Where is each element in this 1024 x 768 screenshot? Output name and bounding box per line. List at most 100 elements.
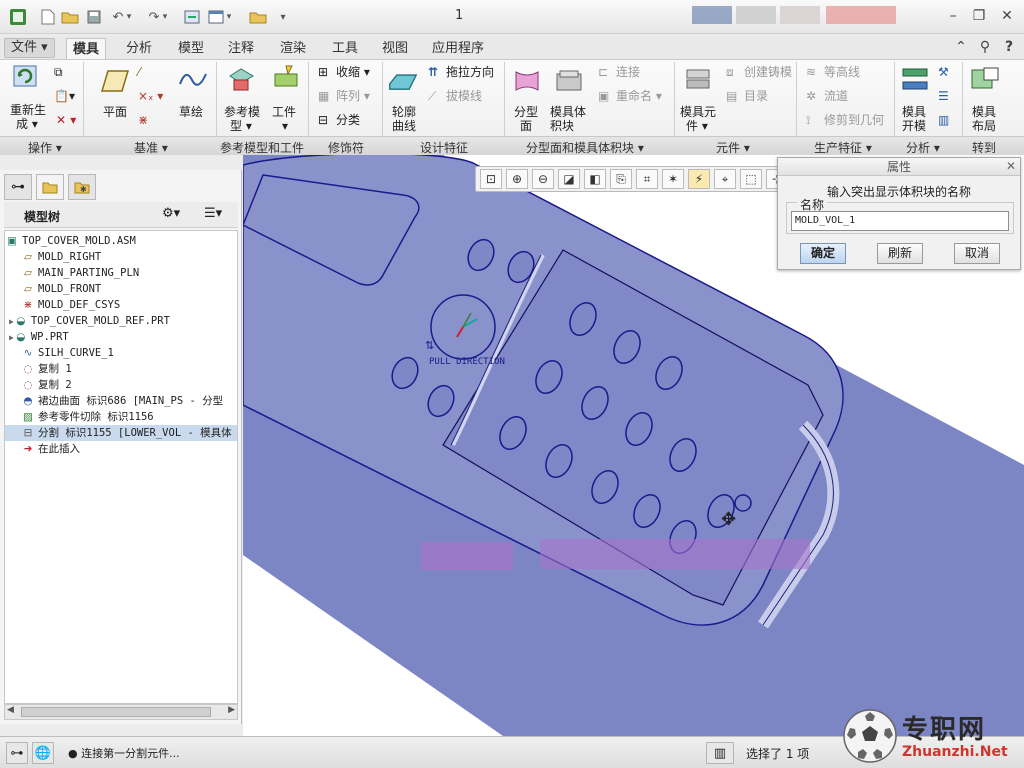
refit-icon[interactable]: ⊡ xyxy=(480,169,502,189)
group-label-production[interactable]: 生产特征 ▾ xyxy=(814,139,872,156)
model-tree-tab-icon[interactable]: ⊶ xyxy=(4,174,32,200)
datum-display-icon[interactable]: ✶ xyxy=(662,169,684,189)
plane-label[interactable]: 平面 xyxy=(103,106,127,119)
shrink-label[interactable]: 收缩 ▾ xyxy=(336,66,370,79)
zoom-in-icon[interactable]: ⊕ xyxy=(506,169,528,189)
mold-volume-label[interactable]: 模具体 xyxy=(550,106,586,119)
tree-node[interactable]: ▶ ◒ WP.PRT xyxy=(5,329,237,345)
catalog-icon[interactable]: ▤ xyxy=(726,90,737,103)
paste-icon[interactable]: 📋▾ xyxy=(54,90,75,103)
scroll-left-icon[interactable]: ◀ xyxy=(7,705,14,715)
tab-mold[interactable]: 模具 xyxy=(66,38,107,59)
tree-display-icon[interactable]: ☰▾ xyxy=(204,206,222,221)
zoom-out-icon[interactable]: ⊖ xyxy=(532,169,554,189)
create-casting-label[interactable]: 创建铸模 xyxy=(744,66,792,79)
spin-center-icon[interactable]: ⌖ xyxy=(714,169,736,189)
connect-icon[interactable]: ⊏ xyxy=(598,66,608,79)
classify-icon[interactable]: ⊟ xyxy=(318,114,328,127)
group-label-datum[interactable]: 基准 ▾ xyxy=(134,139,168,156)
tree-node[interactable]: ∿ SILH_CURVE_1 xyxy=(5,345,237,361)
tab-tools[interactable]: 工具 xyxy=(326,38,364,59)
undo-dropdown-icon[interactable]: ▾ xyxy=(124,7,134,27)
restore-button[interactable]: ❐ xyxy=(968,6,990,26)
trim-icon[interactable]: ⟟ xyxy=(806,114,810,127)
tree-node[interactable]: ◓ 裙边曲面 标识686 [MAIN_PS - 分型 xyxy=(5,393,237,409)
regenerate-label-2[interactable]: 成 ▾ xyxy=(16,118,38,131)
tab-applications[interactable]: 应用程序 xyxy=(426,38,490,59)
drag-direction-icon[interactable]: ⇈ xyxy=(428,66,438,79)
tree-node[interactable]: ⋇ MOLD_DEF_CSYS xyxy=(5,297,237,313)
favorites-tab-icon[interactable]: ✱ xyxy=(68,174,96,200)
windows-icon[interactable] xyxy=(206,7,226,27)
analysis-tool-icon[interactable]: ⚒ xyxy=(938,66,949,79)
copy-icon[interactable]: ⧉ xyxy=(54,66,63,79)
reference-model-icon[interactable] xyxy=(226,66,256,92)
tree-node[interactable]: ▱ MOLD_RIGHT xyxy=(5,249,237,265)
point-icon[interactable]: ×ₓ ▾ xyxy=(138,90,163,103)
connect-label[interactable]: 连接 xyxy=(616,66,640,79)
tree-node[interactable]: ◌ 复制 1 xyxy=(5,361,237,377)
toggle-browser-icon[interactable]: 🌐 xyxy=(32,742,54,764)
minimize-button[interactable]: – xyxy=(942,6,964,26)
mold-open-icon[interactable] xyxy=(900,66,930,92)
tree-node[interactable]: ▣ TOP_COVER_MOLD.ASM xyxy=(5,233,237,249)
group-label-parting[interactable]: 分型面和模具体积块 ▾ xyxy=(526,139,644,156)
create-casting-icon[interactable]: ⧈ xyxy=(726,66,734,79)
mold-component-label-2[interactable]: 件 ▾ xyxy=(686,120,708,133)
delete-icon[interactable]: ✕ ▾ xyxy=(56,114,76,127)
tab-render[interactable]: 渲染 xyxy=(274,38,312,59)
tab-analysis[interactable]: 分析 xyxy=(120,38,158,59)
plane-display-icon[interactable]: ⬚ xyxy=(740,169,762,189)
sketch-label[interactable]: 草绘 xyxy=(179,106,203,119)
tree-node[interactable]: ➜ 在此插入 xyxy=(5,441,237,457)
contour-label[interactable]: 轮廓 xyxy=(392,106,416,119)
volume-name-input[interactable]: MOLD_VOL_1 xyxy=(791,211,1009,231)
refresh-button[interactable]: 刷新 xyxy=(877,243,923,264)
contour-curve-icon[interactable] xyxy=(388,70,418,96)
tree-node[interactable]: ▨ 参考零件切除 标识1156 xyxy=(5,409,237,425)
mold-open-label[interactable]: 模具 xyxy=(902,106,926,119)
tree-settings-icon[interactable]: ⚙▾ xyxy=(162,206,180,221)
new-file-icon[interactable] xyxy=(38,7,58,27)
redo-dropdown-icon[interactable]: ▾ xyxy=(160,7,170,27)
scrollbar-thumb[interactable] xyxy=(21,707,211,717)
datum-plane-icon[interactable] xyxy=(100,68,130,94)
shrink-icon[interactable]: ⊞ xyxy=(318,66,328,79)
tree-node-selected[interactable]: ⊟ 分割 标识1155 [LOWER_VOL - 模具体 xyxy=(5,425,237,441)
ok-button[interactable]: 确定 xyxy=(800,243,846,264)
windows-dropdown-icon[interactable]: ▾ xyxy=(224,7,234,27)
mold-layout-label-2[interactable]: 布局 xyxy=(972,120,996,133)
tree-node[interactable]: ◌ 复制 2 xyxy=(5,377,237,393)
cancel-button[interactable]: 取消 xyxy=(954,243,1000,264)
csys-icon[interactable]: ⋇ xyxy=(138,114,148,127)
tab-view[interactable]: 视图 xyxy=(376,38,414,59)
save-icon[interactable] xyxy=(84,7,104,27)
tab-model[interactable]: 模型 xyxy=(172,38,210,59)
search-icon[interactable]: ⚲ xyxy=(974,37,996,57)
regenerate-label[interactable]: 重新生 xyxy=(10,104,46,117)
contour-lines-icon[interactable]: ≋ xyxy=(806,66,816,79)
mold-layout-label[interactable]: 模具 xyxy=(972,106,996,119)
repaint-icon[interactable]: ◪ xyxy=(558,169,580,189)
tree-horizontal-scrollbar[interactable]: ◀ ▶ xyxy=(4,704,238,720)
close-window-icon[interactable] xyxy=(248,7,268,27)
parting-surface-icon[interactable] xyxy=(512,68,542,94)
array-label[interactable]: 阵列 ▾ xyxy=(336,90,370,103)
view-manager-icon[interactable]: ⌗ xyxy=(636,169,658,189)
analysis-tool-2-icon[interactable]: ☰ xyxy=(938,90,949,103)
flow-label[interactable]: 流道 xyxy=(824,90,848,103)
mold-volume-label-2[interactable]: 积块 xyxy=(550,120,574,133)
parting-label[interactable]: 分型 xyxy=(514,106,538,119)
axis-icon[interactable]: ⁄ xyxy=(138,66,140,79)
analysis-tool-3-icon[interactable]: ▥ xyxy=(938,114,949,127)
draft-line-label[interactable]: 拔模线 xyxy=(446,90,482,103)
workpiece-icon[interactable] xyxy=(272,64,302,90)
ref-model-label-2[interactable]: 型 ▾ xyxy=(230,120,252,133)
mold-component-label[interactable]: 模具元 xyxy=(680,106,716,119)
rename-icon[interactable]: ▣ xyxy=(598,90,609,103)
dialog-close-icon[interactable]: ✕ xyxy=(1006,159,1016,173)
collapse-ribbon-icon[interactable]: ⌃ xyxy=(950,37,972,57)
tree-node[interactable]: ▱ MAIN_PARTING_PLN xyxy=(5,265,237,281)
regenerate-icon[interactable] xyxy=(12,64,42,90)
contour-lines-label[interactable]: 等高线 xyxy=(824,66,860,79)
